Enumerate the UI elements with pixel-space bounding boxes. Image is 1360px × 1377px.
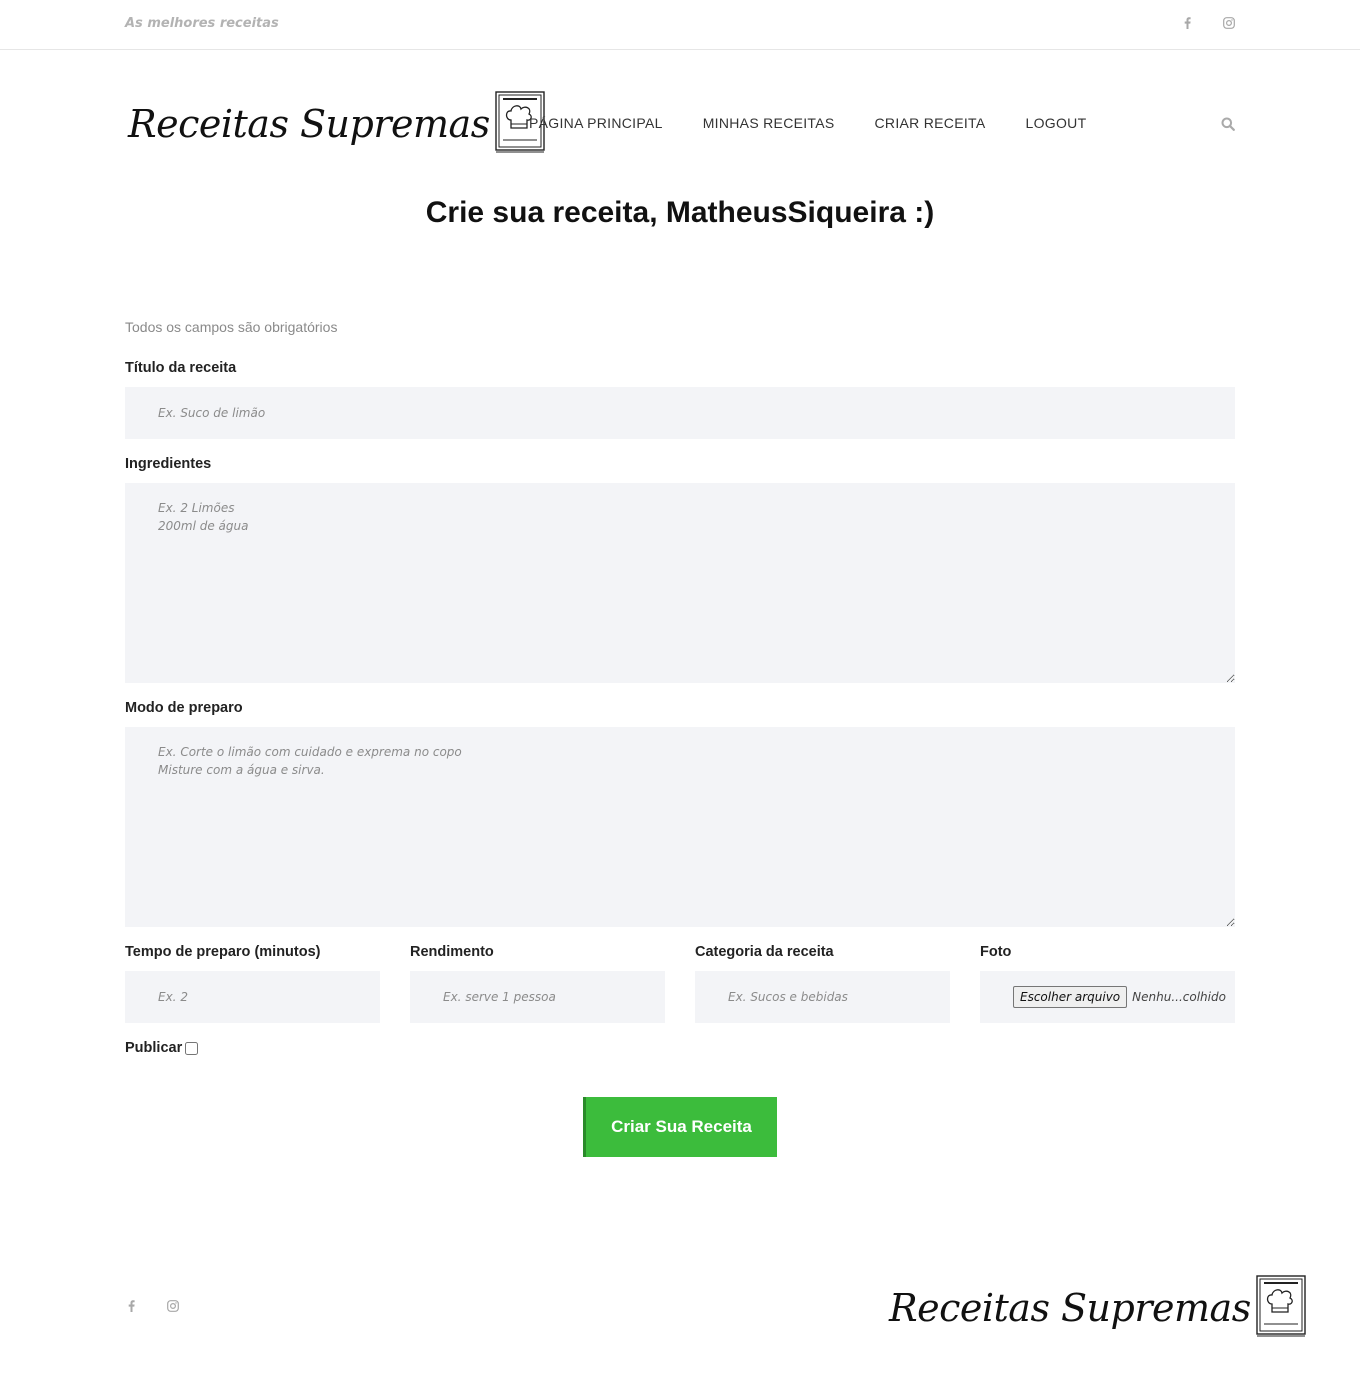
tempo-input[interactable] <box>125 971 380 1023</box>
ingredientes-label: Ingredientes <box>125 456 212 472</box>
top-social-links <box>1181 16 1235 30</box>
facebook-icon[interactable] <box>125 1299 137 1313</box>
rendimento-input[interactable] <box>410 971 665 1023</box>
search-icon[interactable] <box>1221 116 1235 131</box>
chef-book-icon <box>1255 1274 1307 1342</box>
required-note: Todos os campos são obrigatórios <box>125 319 338 335</box>
site-logo[interactable]: Receitas Supremas <box>128 90 546 158</box>
footer-logo-text: Receitas Supremas <box>889 1286 1251 1330</box>
choose-file-button[interactable]: Escolher arquivo <box>1013 986 1128 1008</box>
publicar-label: Publicar <box>125 1040 183 1056</box>
foto-label: Foto <box>980 944 1012 960</box>
footer-logo[interactable]: Receitas Supremas <box>889 1274 1307 1342</box>
rendimento-label: Rendimento <box>410 944 494 960</box>
top-bar: As melhores receitas <box>0 0 1360 50</box>
titulo-input[interactable] <box>125 387 1235 439</box>
facebook-icon[interactable] <box>1181 16 1193 30</box>
modo-preparo-textarea[interactable] <box>125 727 1235 927</box>
publicar-checkbox[interactable] <box>185 1041 199 1055</box>
nav-pagina-principal[interactable]: PÁGINA PRINCIPAL <box>529 115 663 131</box>
nav-logout[interactable]: LOGOUT <box>1026 115 1087 131</box>
categoria-label: Categoria da receita <box>695 944 834 960</box>
file-name-text: Nenhu...colhido <box>1132 990 1226 1004</box>
modo-preparo-label: Modo de preparo <box>125 700 243 716</box>
instagram-icon[interactable] <box>1223 16 1235 30</box>
publicar-row: Publicar <box>125 1040 199 1056</box>
nav-criar-receita[interactable]: CRIAR RECEITA <box>875 115 986 131</box>
footer-social-links <box>125 1299 179 1313</box>
tagline: As melhores receitas <box>125 16 279 31</box>
tempo-label: Tempo de preparo (minutos) <box>125 944 321 960</box>
ingredientes-textarea[interactable] <box>125 483 1235 683</box>
criar-receita-button[interactable]: Criar Sua Receita <box>583 1097 777 1157</box>
titulo-label: Título da receita <box>125 360 237 376</box>
categoria-input[interactable] <box>695 971 950 1023</box>
main-nav: PÁGINA PRINCIPAL MINHAS RECEITAS CRIAR R… <box>529 115 1086 131</box>
logo-text: Receitas Supremas <box>128 102 490 146</box>
instagram-icon[interactable] <box>167 1299 179 1313</box>
foto-file-input: Escolher arquivo Nenhu...colhido <box>980 971 1235 1023</box>
page-title: Crie sua receita, MatheusSiqueira :) <box>425 196 935 229</box>
nav-minhas-receitas[interactable]: MINHAS RECEITAS <box>703 115 835 131</box>
